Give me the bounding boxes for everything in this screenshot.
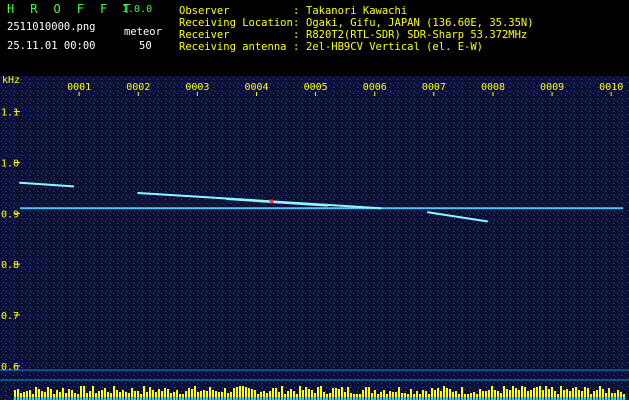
antenna-sep: : (293, 41, 300, 53)
location-value: Ogaki, Gifu, JAPAN (136.60E, 35.35N) (306, 17, 534, 29)
x-tick-label: 0001 (67, 82, 91, 93)
y-tick-label: 0.6 (1, 362, 19, 373)
observer-key: Observer (179, 5, 230, 17)
app-title: H R O F F T (7, 2, 135, 16)
x-tick-label: 0009 (540, 82, 564, 93)
y-tick-label: 0.7 (1, 311, 19, 322)
location-key: Receiving Location (179, 17, 293, 29)
antenna-key: Receiving antenna (179, 41, 287, 53)
spectrogram-chart: kHz 1.1 1.0 0.9 0.8 0.7 0.6 0001 0002 0003 0004 000… (0, 76, 629, 400)
meteor-count: 50 (139, 40, 152, 52)
y-tick-label: 1.1 (1, 108, 19, 119)
receiver-sep: : (293, 29, 300, 41)
meteor-label: meteor (124, 26, 162, 38)
x-tick-label: 0006 (363, 82, 387, 93)
receiver-key: Receiver (179, 29, 230, 41)
header-panel: H R O F F T 1.0.0 2511010000.png 25.11.0… (0, 0, 629, 76)
x-tick-label: 0002 (126, 82, 150, 93)
x-tick-label: 0004 (244, 82, 268, 93)
app-version: 1.0.0 (122, 4, 153, 15)
x-tick-label: 0007 (422, 82, 446, 93)
y-tick-label: 1.0 (1, 158, 19, 169)
file-timestamp: 25.11.01 00:00 (7, 40, 96, 52)
x-tick-label: 0003 (185, 82, 209, 93)
echo-hotspot (269, 199, 274, 204)
x-tick-label: 0010 (599, 82, 623, 93)
y-tick-label: 0.9 (1, 209, 19, 220)
receiver-value: R820T2(RTL-SDR) SDR-Sharp 53.372MHz (306, 29, 528, 41)
y-axis-title: kHz (2, 76, 20, 86)
x-tick-label: 0005 (304, 82, 328, 93)
y-tick-label: 0.8 (1, 260, 19, 271)
location-sep: : (293, 17, 300, 29)
observer-value: Takanori Kawachi (306, 5, 408, 17)
observer-sep: : (293, 5, 300, 17)
antenna-value: 2el-HB9CV Vertical (el. E-W) (306, 41, 484, 53)
file-name: 2511010000.png (7, 21, 96, 33)
spectrogram-background (0, 76, 629, 400)
x-tick-label: 0008 (481, 82, 505, 93)
